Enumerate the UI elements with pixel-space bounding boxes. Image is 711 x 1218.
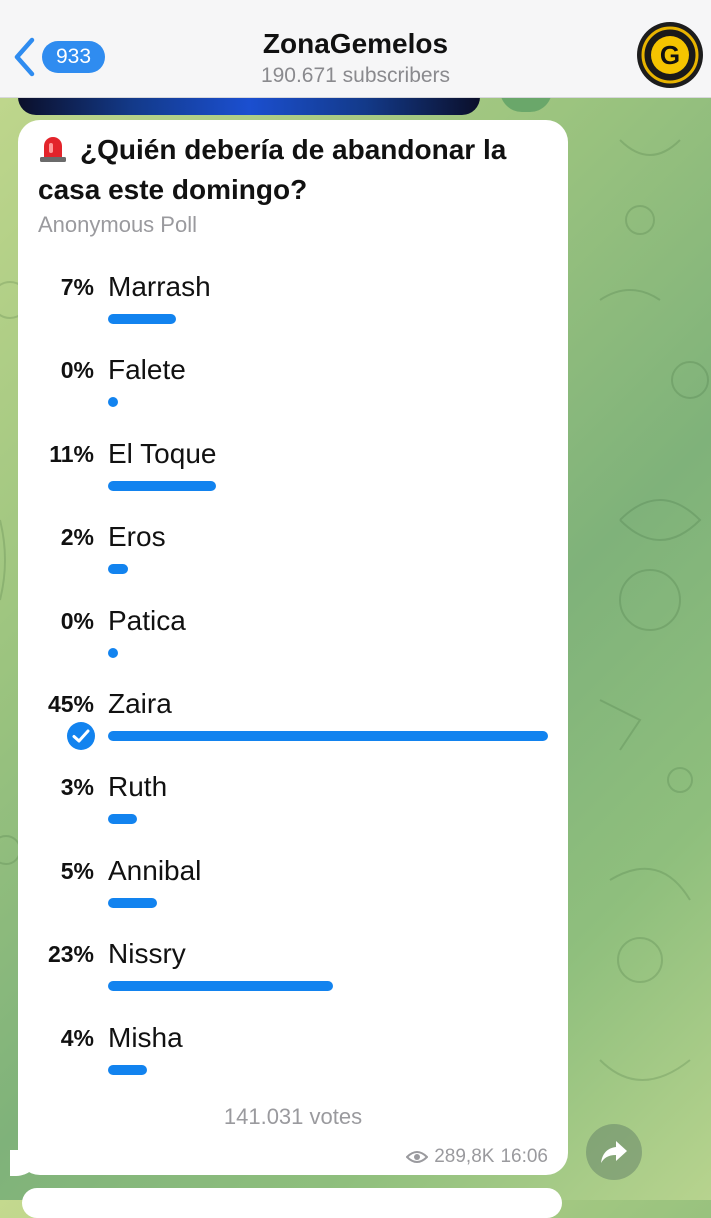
poll-option[interactable]: 7% Marrash bbox=[18, 270, 568, 350]
poll-option-label: Ruth bbox=[108, 771, 168, 803]
poll-option-bar-track bbox=[108, 731, 548, 741]
poll-option-label: Patica bbox=[108, 604, 186, 636]
eye-icon bbox=[406, 1151, 429, 1163]
poll-option-bar bbox=[108, 897, 157, 908]
poll-option-percent: 5% bbox=[60, 857, 94, 884]
poll-type-label: Anonymous Poll bbox=[38, 212, 197, 237]
poll-option-bar-track bbox=[108, 1064, 548, 1075]
poll-option-bar-track bbox=[108, 647, 548, 658]
total-votes[interactable]: 141.031 votes bbox=[18, 1104, 568, 1130]
poll-option-bar-track bbox=[108, 897, 548, 908]
message-time: 16:06 bbox=[500, 1146, 548, 1167]
share-arrow-icon bbox=[601, 1141, 627, 1163]
poll-option-bar-track bbox=[108, 814, 548, 825]
poll-question-text: ¿Quién debería de abandonar la casa este… bbox=[38, 134, 507, 205]
poll-option-bar-track bbox=[108, 564, 548, 575]
poll-option[interactable]: 2% Eros bbox=[18, 520, 568, 600]
poll-option-bar-track bbox=[108, 981, 548, 992]
poll-option-percent: 11% bbox=[49, 440, 94, 467]
poll-option-label: Annibal bbox=[108, 854, 202, 886]
poll-option-label: El Toque bbox=[108, 437, 217, 469]
poll-option-label: Nissry bbox=[108, 938, 186, 970]
poll-option-percent: 0% bbox=[60, 357, 94, 384]
subscriber-count: 190.671 subscribers bbox=[260, 64, 451, 87]
poll-option-bar bbox=[108, 480, 216, 491]
poll-option[interactable]: 45% Zaira bbox=[18, 687, 568, 767]
poll-option[interactable]: 4% Misha bbox=[18, 1021, 568, 1101]
poll-option[interactable]: 0% Falete bbox=[18, 353, 568, 433]
poll-option-bar bbox=[108, 1064, 148, 1075]
poll-option-percent: 2% bbox=[60, 524, 94, 551]
poll-option-label: Eros bbox=[108, 521, 166, 553]
poll-option[interactable]: 11% El Toque bbox=[18, 437, 568, 517]
channel-logo-icon: G bbox=[641, 26, 699, 84]
channel-name: ZonaGemelos bbox=[262, 28, 449, 59]
poll-option-bar-track bbox=[108, 397, 548, 408]
poll-option[interactable]: 3% Ruth bbox=[18, 770, 568, 850]
channel-title-block[interactable]: ZonaGemelos 190.671 subscribers bbox=[0, 28, 711, 88]
poll-option-bar bbox=[108, 397, 118, 408]
poll-option-bar bbox=[108, 647, 118, 658]
poll-option-bar bbox=[108, 981, 333, 992]
next-message-bubble bbox=[22, 1188, 562, 1218]
poll-option-label: Marrash bbox=[108, 271, 211, 302]
check-circle-icon bbox=[67, 722, 95, 750]
share-button[interactable] bbox=[586, 1124, 642, 1180]
poll-option-bar bbox=[108, 731, 548, 741]
poll-option-bar-track bbox=[108, 314, 548, 324]
poll-option-bar bbox=[108, 564, 128, 575]
poll-option-percent: 23% bbox=[47, 941, 94, 968]
poll-question: ¿Quién debería de abandonar la casa este… bbox=[38, 130, 548, 210]
poll-option-bar bbox=[108, 314, 177, 324]
poll-option-percent: 45% bbox=[47, 691, 94, 717]
poll-option[interactable]: 0% Patica bbox=[18, 604, 568, 684]
poll-option-bar bbox=[108, 814, 138, 825]
poll-option-label: Zaira bbox=[108, 688, 172, 719]
poll-option-percent: 7% bbox=[60, 274, 94, 300]
poll-option-label: Misha bbox=[108, 1021, 183, 1053]
poll-option-bar-track bbox=[108, 480, 548, 491]
chat-header: 933 ZonaGemelos 190.671 subscribers G bbox=[0, 0, 711, 98]
siren-icon bbox=[40, 137, 66, 162]
poll-option-percent: 3% bbox=[60, 774, 94, 801]
poll-option[interactable]: 23% Nissry bbox=[18, 937, 568, 1017]
channel-avatar[interactable]: G bbox=[637, 22, 703, 88]
poll-option-percent: 0% bbox=[60, 607, 94, 634]
poll-option-percent: 4% bbox=[60, 1024, 94, 1051]
poll-message-bubble: ¿Quién debería de abandonar la casa este… bbox=[18, 120, 568, 1175]
previous-media-image[interactable] bbox=[18, 97, 480, 115]
message-meta: 289,8K 16:06 bbox=[406, 1146, 548, 1168]
poll-option-label: Falete bbox=[108, 354, 186, 386]
view-count: 289,8K bbox=[434, 1146, 495, 1167]
svg-text:G: G bbox=[660, 40, 680, 70]
poll-option[interactable]: 5% Annibal bbox=[18, 854, 568, 934]
